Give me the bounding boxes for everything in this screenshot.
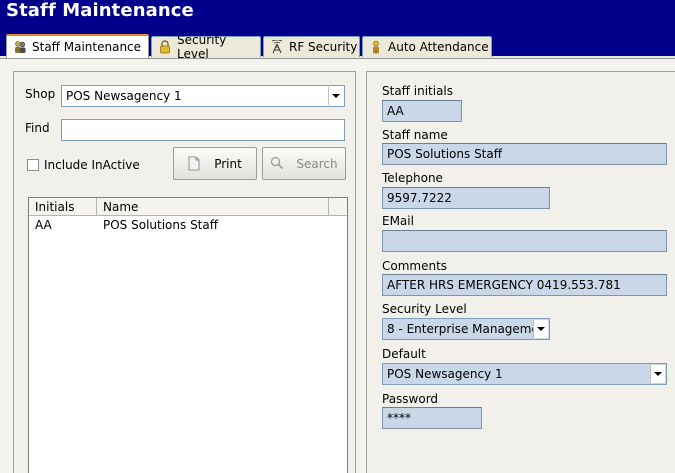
- default-shop-select[interactable]: POS Newsagency 1: [382, 363, 667, 385]
- staff-details-panel: Staff initials AA Staff name POS Solutio…: [366, 71, 675, 473]
- person-icon: [369, 40, 383, 54]
- tab-rf-security[interactable]: RF Security: [263, 36, 360, 57]
- antenna-icon: [270, 39, 284, 54]
- email-label: EMail: [382, 214, 414, 228]
- password-label: Password: [382, 392, 439, 406]
- chevron-down-icon[interactable]: [328, 87, 343, 105]
- staff-name-field[interactable]: POS Solutions Staff: [382, 143, 667, 165]
- app-title: Staff Maintenance: [6, 0, 194, 21]
- telephone-label: Telephone: [382, 171, 443, 185]
- row-initials: AA: [35, 218, 52, 232]
- column-header-name[interactable]: Name: [97, 198, 329, 216]
- staff-grid[interactable]: Initials Name AA POS Solutions Staff: [28, 197, 348, 473]
- include-inactive-label: Include InActive: [44, 158, 140, 172]
- security-level-label: Security Level: [382, 302, 467, 316]
- find-input[interactable]: [61, 119, 345, 141]
- tab-security-level-label: Security Level: [177, 33, 227, 61]
- tab-content: Shop POS Newsagency 1 Find Include InAct…: [0, 58, 675, 473]
- default-label: Default: [382, 347, 426, 361]
- shop-select-value: POS Newsagency 1: [66, 89, 182, 103]
- tab-staff-maintenance[interactable]: Staff Maintenance: [6, 34, 149, 58]
- include-inactive-checkbox[interactable]: [27, 159, 39, 171]
- shop-label: Shop: [25, 87, 56, 101]
- comments-label: Comments: [382, 259, 448, 273]
- email-field[interactable]: [382, 230, 667, 252]
- default-shop-value: POS Newsagency 1: [387, 367, 503, 381]
- shop-select[interactable]: POS Newsagency 1: [61, 85, 345, 107]
- tab-rf-security-label: RF Security: [289, 40, 358, 54]
- tab-strip: Staff Maintenance Security Level RF Secu…: [0, 33, 675, 61]
- tab-security-level[interactable]: Security Level: [151, 33, 261, 61]
- print-button[interactable]: Print: [173, 147, 257, 180]
- security-level-select[interactable]: 8 - Enterprise Manageme: [382, 318, 550, 340]
- row-name: POS Solutions Staff: [103, 218, 219, 232]
- search-button-label: Search: [296, 156, 338, 171]
- telephone-field[interactable]: 9597.7222: [382, 187, 550, 209]
- comments-field[interactable]: AFTER HRS EMERGENCY 0419.553.781: [382, 274, 667, 296]
- column-header-initials[interactable]: Initials: [29, 198, 97, 216]
- staff-name-label: Staff name: [382, 128, 448, 142]
- search-icon: [270, 156, 284, 171]
- tab-auto-attendance-label: Auto Attendance: [388, 40, 489, 54]
- security-level-value: 8 - Enterprise Manageme: [387, 322, 539, 336]
- password-field[interactable]: ****: [382, 407, 482, 429]
- document-icon: [188, 156, 200, 171]
- chevron-down-icon[interactable]: [650, 365, 665, 383]
- padlock-icon: [158, 40, 172, 54]
- staff-initials-field[interactable]: AA: [382, 100, 462, 122]
- find-label: Find: [25, 121, 50, 135]
- grid-header: Initials Name: [29, 198, 347, 216]
- print-button-label: Print: [214, 156, 242, 171]
- staff-initials-label: Staff initials: [382, 84, 454, 98]
- tab-staff-maintenance-label: Staff Maintenance: [32, 40, 142, 54]
- chevron-down-icon[interactable]: [533, 320, 548, 338]
- tab-auto-attendance[interactable]: Auto Attendance: [362, 36, 492, 57]
- search-button[interactable]: Search: [262, 147, 346, 180]
- people-icon: [13, 40, 27, 54]
- staff-list-panel: Shop POS Newsagency 1 Find Include InAct…: [13, 71, 356, 473]
